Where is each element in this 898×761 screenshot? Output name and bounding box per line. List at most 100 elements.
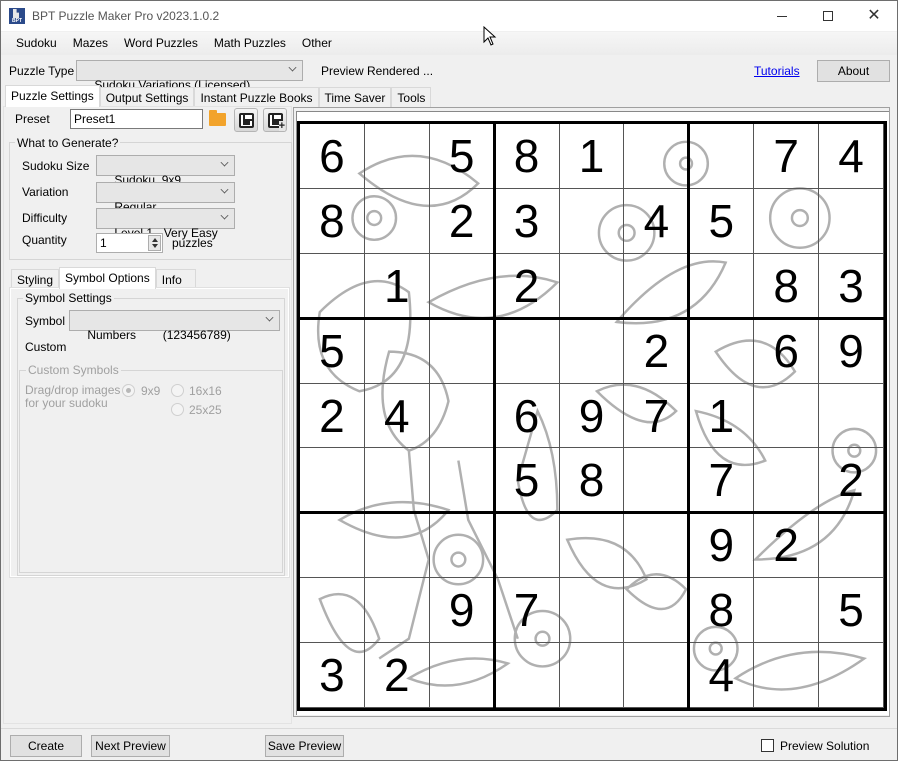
next-preview-button[interactable]: Next Preview bbox=[91, 735, 170, 757]
sudoku-cell bbox=[364, 188, 430, 254]
tab-puzzle-settings[interactable]: Puzzle Settings bbox=[5, 85, 100, 107]
sudoku-cell: 7 bbox=[689, 448, 755, 514]
sudoku-cell bbox=[754, 578, 820, 644]
sudoku-cell bbox=[300, 578, 365, 644]
sudoku-cell: 9 bbox=[429, 578, 495, 644]
menu-math-puzzles[interactable]: Math Puzzles bbox=[206, 32, 294, 55]
sudoku-cell bbox=[559, 253, 625, 319]
sudoku-cell bbox=[819, 383, 884, 449]
menu-other[interactable]: Other bbox=[294, 32, 340, 55]
sudoku-cell: 7 bbox=[624, 383, 690, 449]
quantity-unit: puzzles bbox=[172, 236, 213, 250]
sudoku-cell: 6 bbox=[754, 318, 820, 384]
radio-9x9[interactable] bbox=[122, 384, 135, 397]
spin-up-down-icon[interactable] bbox=[148, 235, 161, 251]
quantity-stepper[interactable]: 1 bbox=[96, 233, 163, 253]
minimize-icon bbox=[777, 15, 787, 17]
sudoku-cell bbox=[819, 188, 884, 254]
sudoku-cell: 2 bbox=[819, 448, 884, 514]
symbol-settings-title: Symbol Settings bbox=[23, 291, 114, 305]
tab-styling[interactable]: Styling bbox=[11, 269, 60, 289]
window-title: BPT Puzzle Maker Pro v2023.1.0.2 bbox=[32, 9, 220, 23]
folder-open-icon bbox=[209, 110, 226, 126]
minimize-button[interactable] bbox=[759, 1, 805, 31]
sudoku-cell: 4 bbox=[689, 643, 755, 708]
sudoku-cell: 3 bbox=[819, 253, 884, 319]
sudoku-cell bbox=[689, 318, 755, 384]
symbol-label: Symbol bbox=[25, 314, 66, 328]
chevron-down-icon bbox=[265, 313, 274, 322]
sudoku-cell bbox=[754, 643, 820, 708]
sudoku-cell: 1 bbox=[364, 253, 430, 319]
sudoku-cell: 2 bbox=[494, 253, 560, 319]
sudoku-puzzle-preview: 65817482345128352692469715872929785324 bbox=[297, 121, 887, 711]
sudoku-size-label: Sudoku Size bbox=[22, 159, 90, 173]
sudoku-cell: 2 bbox=[754, 513, 820, 579]
tab-symbol-options[interactable]: Symbol Options bbox=[59, 267, 156, 289]
sudoku-cell bbox=[300, 253, 365, 319]
drag-drop-text-1: Drag/drop images bbox=[25, 383, 121, 397]
plus-icon: + bbox=[278, 120, 285, 132]
puzzle-type-dropdown[interactable]: Sudoku Variations (Licensed) bbox=[76, 60, 303, 92]
sudoku-cell: 9 bbox=[689, 513, 755, 579]
radio-25x25-label: 25x25 bbox=[189, 403, 222, 417]
close-button[interactable]: ✕ bbox=[851, 1, 897, 31]
menu-mazes[interactable]: Mazes bbox=[65, 32, 116, 55]
preview-solution-checkbox[interactable] bbox=[761, 739, 774, 752]
radio-16x16-label: 16x16 bbox=[189, 384, 222, 398]
save-icon bbox=[239, 113, 254, 128]
difficulty-dropdown[interactable]: Level 1 - Very Easy bbox=[96, 208, 235, 240]
sudoku-cell: 5 bbox=[300, 318, 365, 384]
sudoku-cell bbox=[364, 318, 430, 384]
symbol-dropdown[interactable]: Numbers (123456789) bbox=[69, 310, 280, 342]
app-window: BPT Puzzle Maker Pro v2023.1.0.2 ✕ Sudok… bbox=[0, 0, 898, 761]
close-icon: ✕ bbox=[867, 7, 881, 24]
open-preset-button[interactable] bbox=[206, 108, 230, 132]
sudoku-cell: 1 bbox=[559, 124, 625, 189]
sudoku-cell bbox=[559, 318, 625, 384]
sudoku-cell: 8 bbox=[494, 124, 560, 189]
sudoku-cell: 2 bbox=[300, 383, 365, 449]
menu-word-puzzles[interactable]: Word Puzzles bbox=[116, 32, 206, 55]
about-button[interactable]: About bbox=[817, 60, 890, 82]
sub-tabs: Styling Symbol Options Info bbox=[11, 267, 196, 289]
sudoku-cell bbox=[364, 578, 430, 644]
tab-time-saver[interactable]: Time Saver bbox=[318, 87, 392, 107]
tab-instant-puzzle-books[interactable]: Instant Puzzle Books bbox=[194, 87, 319, 107]
tab-output-settings[interactable]: Output Settings bbox=[99, 87, 195, 107]
sudoku-cell bbox=[624, 643, 690, 708]
sudoku-size-dropdown[interactable]: Sudoku 9x9 bbox=[96, 155, 235, 187]
preview-solution-label: Preview Solution bbox=[780, 739, 870, 753]
save-preview-button[interactable]: Save Preview bbox=[265, 735, 344, 757]
tab-info[interactable]: Info bbox=[155, 269, 196, 289]
preset-input[interactable]: Preset1 bbox=[70, 109, 203, 129]
sudoku-cell: 3 bbox=[494, 188, 560, 254]
menu-sudoku[interactable]: Sudoku bbox=[8, 32, 65, 55]
title-bar: BPT Puzzle Maker Pro v2023.1.0.2 ✕ bbox=[1, 1, 897, 31]
sudoku-cell: 5 bbox=[429, 124, 495, 189]
sudoku-cell bbox=[429, 513, 495, 579]
sudoku-cell bbox=[689, 124, 755, 189]
sudoku-cell: 1 bbox=[689, 383, 755, 449]
variation-dropdown[interactable]: Regular bbox=[96, 182, 235, 214]
sudoku-cell: 8 bbox=[689, 578, 755, 644]
sudoku-cell bbox=[300, 513, 365, 579]
radio-16x16[interactable] bbox=[171, 384, 184, 397]
sudoku-cell bbox=[429, 643, 495, 708]
tab-tools[interactable]: Tools bbox=[391, 87, 432, 107]
save-as-preset-button[interactable]: + bbox=[263, 108, 287, 132]
sudoku-cell bbox=[624, 513, 690, 579]
radio-25x25[interactable] bbox=[171, 403, 184, 416]
status-text: Preview Rendered ... bbox=[321, 64, 434, 78]
sudoku-cell bbox=[559, 188, 625, 254]
sudoku-cell: 9 bbox=[819, 318, 884, 384]
box-divider-horizontal bbox=[300, 511, 884, 515]
sudoku-cell: 9 bbox=[559, 383, 625, 449]
difficulty-label: Difficulty bbox=[22, 211, 68, 225]
maximize-button[interactable] bbox=[805, 1, 851, 31]
create-button[interactable]: Create bbox=[10, 735, 82, 757]
save-preset-button[interactable] bbox=[234, 108, 258, 132]
sudoku-cell: 7 bbox=[494, 578, 560, 644]
sudoku-cell bbox=[494, 318, 560, 384]
tutorials-link[interactable]: Tutorials bbox=[754, 64, 800, 78]
